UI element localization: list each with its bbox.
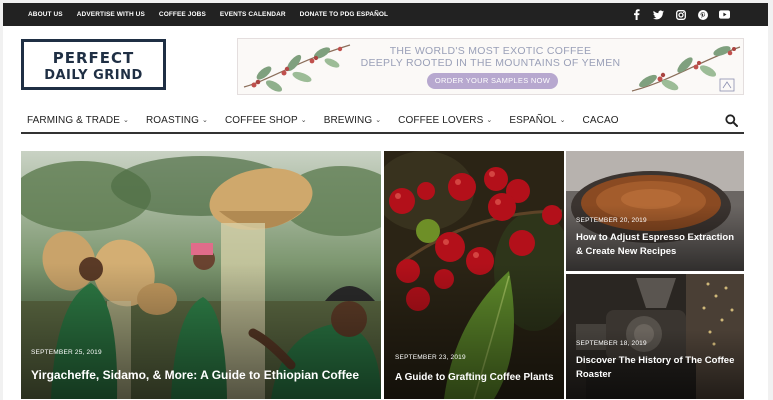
- top-link-events-calendar[interactable]: EVENTS CALENDAR: [220, 11, 286, 18]
- pinterest-icon[interactable]: [697, 9, 708, 20]
- article-card-ethiopian-coffee[interactable]: SEPTEMBER 25, 2019 Yirgacheffe, Sidamo, …: [21, 151, 381, 399]
- nav-item-label: ESPAÑOL: [509, 114, 557, 126]
- article-date: SEPTEMBER 20, 2019: [576, 217, 647, 224]
- chevron-down-icon: ⌄: [202, 117, 208, 124]
- nav-item-label: FARMING & TRADE: [27, 114, 120, 126]
- nav-item-label: BREWING: [323, 114, 373, 126]
- ad-headline-2: DEEPLY ROOTED IN THE MOUNTAINS OF YEMEN: [360, 57, 621, 69]
- ad-banner[interactable]: THE WORLD'S MOST EXOTIC COFFEE DEEPLY RO…: [237, 38, 744, 95]
- twitter-icon[interactable]: [653, 9, 664, 20]
- page: ABOUT US ADVERTISE WITH US COFFEE JOBS E…: [3, 3, 768, 400]
- article-title[interactable]: Discover The History of The Coffee Roast…: [576, 354, 736, 382]
- nav-item-label: COFFEE LOVERS: [398, 114, 484, 126]
- nav-item-farming-trade[interactable]: FARMING & TRADE ⌄: [27, 115, 129, 126]
- chevron-down-icon: ⌄: [123, 117, 129, 124]
- top-bar: ABOUT US ADVERTISE WITH US COFFEE JOBS E…: [3, 3, 768, 26]
- nav-item-label: COFFEE SHOP: [224, 114, 298, 126]
- ad-order-samples-button[interactable]: ORDER YOUR SAMPLES NOW: [427, 73, 558, 89]
- top-link-about-us[interactable]: ABOUT US: [28, 11, 63, 18]
- youtube-icon[interactable]: [719, 9, 730, 20]
- article-card-coffee-roaster-history[interactable]: SEPTEMBER 18, 2019 Discover The History …: [566, 274, 744, 399]
- article-card-espresso-extraction[interactable]: SEPTEMBER 20, 2019 How to Adjust Espress…: [566, 151, 744, 271]
- article-date: SEPTEMBER 25, 2019: [31, 349, 102, 356]
- nav-item-coffee-shop[interactable]: COFFEE SHOP ⌄: [225, 115, 307, 126]
- instagram-icon[interactable]: [675, 9, 686, 20]
- facebook-icon[interactable]: [631, 9, 642, 20]
- article-date: SEPTEMBER 18, 2019: [576, 340, 647, 347]
- search-icon[interactable]: [725, 114, 738, 127]
- top-link-advertise[interactable]: ADVERTISE WITH US: [77, 11, 145, 18]
- social-links: [620, 3, 730, 26]
- nav-item-coffee-lovers[interactable]: COFFEE LOVERS ⌄: [398, 115, 492, 126]
- nav-item-espanol[interactable]: ESPAÑOL ⌄: [509, 115, 565, 126]
- article-title[interactable]: Yirgacheffe, Sidamo, & More: A Guide to …: [31, 368, 371, 382]
- nav-item-brewing[interactable]: BREWING ⌄: [324, 115, 381, 126]
- top-link-donate[interactable]: DONATE TO PDG ESPAÑOL: [300, 11, 388, 18]
- chevron-down-icon: ⌄: [375, 117, 382, 124]
- article-title[interactable]: How to Adjust Espresso Extraction & Crea…: [576, 231, 736, 259]
- nav-item-cacao[interactable]: CACAO: [583, 115, 619, 126]
- nav-item-label: ROASTING: [145, 114, 199, 126]
- nav-item-roasting[interactable]: ROASTING ⌄: [146, 115, 208, 126]
- article-card-grafting-coffee[interactable]: SEPTEMBER 23, 2019 A Guide to Grafting C…: [384, 151, 564, 399]
- chevron-down-icon: ⌄: [559, 117, 566, 124]
- chevron-down-icon: ⌄: [486, 117, 493, 124]
- logo-line-2: DAILY GRIND: [44, 68, 143, 83]
- chevron-down-icon: ⌄: [300, 117, 307, 124]
- site-logo[interactable]: PERFECT DAILY GRIND: [21, 39, 166, 90]
- logo-line-1: PERFECT: [52, 49, 135, 67]
- main-nav: FARMING & TRADE ⌄ ROASTING ⌄ COFFEE SHOP ⌄ …: [21, 108, 744, 134]
- nav-item-label: CACAO: [582, 114, 619, 126]
- article-title[interactable]: A Guide to Grafting Coffee Plants: [395, 371, 560, 385]
- top-links: ABOUT US ADVERTISE WITH US COFFEE JOBS E…: [28, 3, 402, 26]
- article-date: SEPTEMBER 23, 2019: [395, 354, 466, 361]
- ad-headline-1: THE WORLD'S MOST EXOTIC COFFEE: [389, 45, 592, 57]
- top-link-coffee-jobs[interactable]: COFFEE JOBS: [159, 11, 206, 18]
